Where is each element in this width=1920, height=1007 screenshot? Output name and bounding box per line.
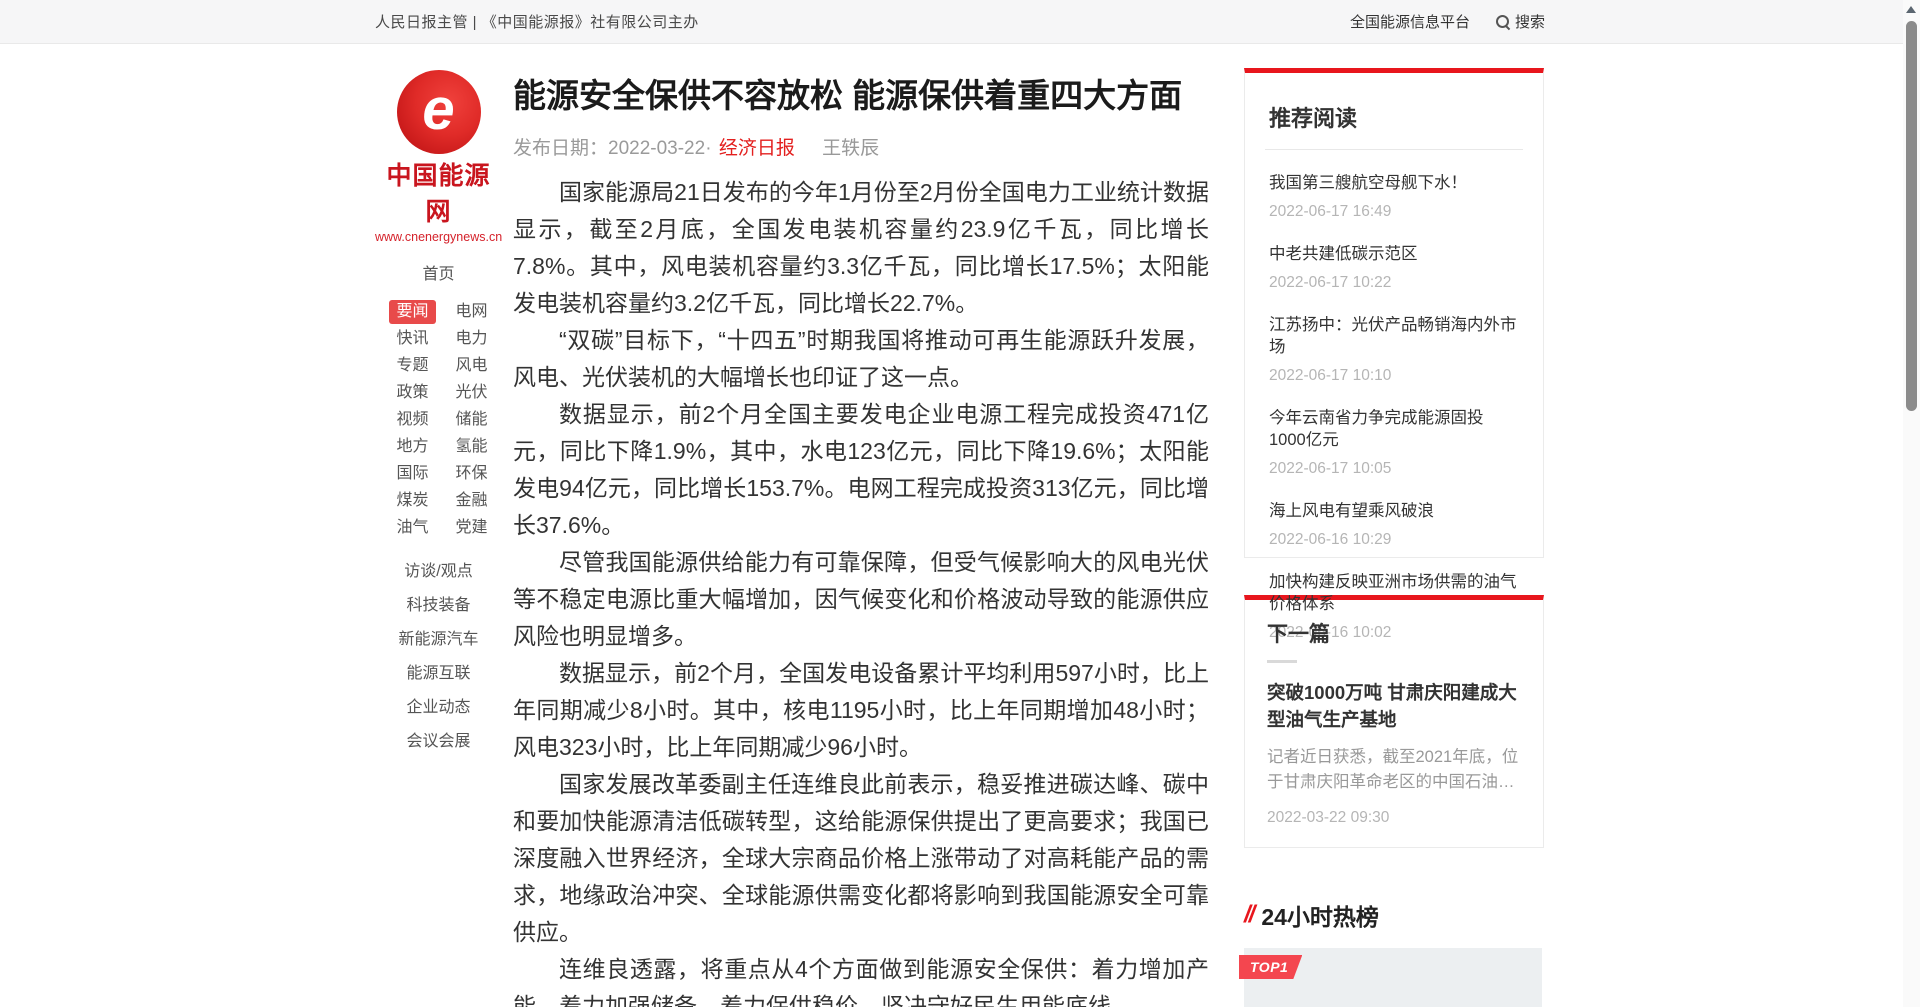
logo-name: 中国能源网 [375, 156, 502, 228]
scrollbar-up-arrow-icon[interactable] [1906, 6, 1916, 13]
next-article-header: 下一篇 [1267, 618, 1521, 648]
nav-item-会议会展[interactable]: 会议会展 [375, 725, 502, 759]
nav-item-储能[interactable]: 储能 [456, 406, 488, 433]
hot-list-title: 24小时热榜 [1261, 898, 1379, 932]
site-logo[interactable]: e 中国能源网 www.cnenergynews.cn [375, 70, 502, 244]
nav-item-金融[interactable]: 金融 [456, 487, 488, 514]
article-meta: 发布日期：2022-03-22· 经济日报 王轶辰 [513, 133, 1209, 160]
recommended-item[interactable]: 江苏扬中：光伏产品畅销海内外市场 2022-06-17 10:10 [1269, 314, 1519, 385]
recommended-item-time: 2022-06-17 10:22 [1269, 274, 1519, 292]
article-paragraph: “双碳”目标下，“十四五”时期我国将推动可再生能源跃升发展，风电、光伏装机的大幅… [513, 322, 1209, 396]
nav-item-企业动态[interactable]: 企业动态 [375, 691, 502, 725]
nav-item-氢能[interactable]: 氢能 [456, 433, 488, 460]
recommended-item-title[interactable]: 今年云南省力争完成能源固投1000亿元 [1269, 407, 1519, 451]
nav-item-新能源汽车[interactable]: 新能源汽车 [375, 623, 502, 657]
article-paragraph: 国家发展改革委副主任连维良此前表示，稳妥推进碳达峰、碳中和要加快能源清洁低碳转型… [513, 766, 1209, 951]
logo-url: www.cnenergynews.cn [375, 230, 502, 244]
nav-item-国际[interactable]: 国际 [389, 460, 435, 487]
recommended-item[interactable]: 我国第三艘航空母舰下水！ 2022-06-17 16:49 [1269, 172, 1519, 221]
nav-item-访谈/观点[interactable]: 访谈/观点 [375, 555, 502, 589]
recommended-item-title[interactable]: 我国第三艘航空母舰下水！ [1269, 172, 1519, 194]
logo-e-icon: e [397, 70, 481, 154]
recommended-item-time: 2022-06-17 10:10 [1269, 367, 1519, 385]
nav-item-油气[interactable]: 油气 [389, 514, 435, 541]
nav-item-科技装备[interactable]: 科技装备 [375, 589, 502, 623]
nav-item-要闻[interactable]: 要闻 [389, 300, 435, 324]
recommended-item-time: 2022-06-17 10:05 [1269, 460, 1519, 478]
article-paragraph: 国家能源局21日发布的今年1月份至2月份全国电力工业统计数据显示，截至2月底，全… [513, 174, 1209, 322]
national-energy-platform-link[interactable]: 全国能源信息平台 [1350, 11, 1470, 32]
sidebar-nav: 首页 要闻电网快讯电力专题风电政策光伏视频储能地方氢能国际环保煤炭金融油气党建 … [375, 260, 502, 759]
recommended-item-title[interactable]: 江苏扬中：光伏产品畅销海内外市场 [1269, 314, 1519, 358]
nav-item-电力[interactable]: 电力 [456, 325, 488, 352]
nav-item-地方[interactable]: 地方 [389, 433, 435, 460]
nav-item-光伏[interactable]: 光伏 [456, 379, 488, 406]
slashes-icon: // [1244, 901, 1253, 929]
recommended-item-title[interactable]: 海上风电有望乘风破浪 [1269, 500, 1519, 522]
recommended-item-time: 2022-06-16 10:29 [1269, 531, 1519, 549]
divider [1267, 660, 1297, 663]
next-article-title[interactable]: 突破1000万吨 甘肃庆阳建成大型油气生产基地 [1267, 679, 1521, 733]
nav-item-环保[interactable]: 环保 [456, 460, 488, 487]
topbar-inner: 人民日报主管 | 《中国能源报》社有限公司主办 全国能源信息平台 搜索 [375, 0, 1545, 43]
nav-item-专题[interactable]: 专题 [389, 352, 435, 379]
scrollbar [1903, 0, 1920, 1007]
top1-badge: TOP1 [1239, 955, 1302, 979]
recommended-box: 推荐阅读 我国第三艘航空母舰下水！ 2022-06-17 16:49 中老共建低碳示… [1244, 68, 1544, 558]
nav-item-快讯[interactable]: 快讯 [389, 325, 435, 352]
recommended-item[interactable]: 中老共建低碳示范区 2022-06-17 10:22 [1269, 243, 1519, 292]
article-paragraph: 连维良透露，将重点从4个方面做到能源安全保供：着力增加产能、着力加强储备、着力保… [513, 951, 1209, 1007]
search-icon [1496, 15, 1509, 28]
publish-date: 发布日期：2022-03-22· [513, 138, 712, 159]
nav-singles: 访谈/观点科技装备新能源汽车能源互联企业动态会议会展 [375, 555, 502, 759]
article-paragraph: 数据显示，前2个月，全国发电设备累计平均利用597小时，比上年同期减少8小时。其… [513, 655, 1209, 766]
nav-item-视频[interactable]: 视频 [389, 406, 435, 433]
recommended-item[interactable]: 海上风电有望乘风破浪 2022-06-16 10:29 [1269, 500, 1519, 549]
recommended-list: 我国第三艘航空母舰下水！ 2022-06-17 16:49 中老共建低碳示范区 202… [1269, 172, 1519, 642]
hot-list-header: // 24小时热榜 [1244, 898, 1544, 932]
sponsor-text: 人民日报主管 | 《中国能源报》社有限公司主办 [375, 11, 699, 32]
nav-item-政策[interactable]: 政策 [389, 379, 435, 406]
topbar: 人民日报主管 | 《中国能源报》社有限公司主办 全国能源信息平台 搜索 [0, 0, 1920, 44]
nav-item-煤炭[interactable]: 煤炭 [389, 487, 435, 514]
next-article-summary: 记者近日获悉，截至2021年底，位于甘肃庆阳革命老区的中国石油天然气股份有限公司… [1267, 745, 1521, 795]
recommended-item[interactable]: 今年云南省力争完成能源固投1000亿元 2022-06-17 10:05 [1269, 407, 1519, 478]
article-author: 王轶辰 [822, 138, 879, 159]
article-paragraph: 尽管我国能源供给能力有可靠保障，但受气候影响大的风电光伏等不稳定电源比重大幅增加… [513, 544, 1209, 655]
nav-item-党建[interactable]: 党建 [456, 514, 488, 541]
next-article-box: 下一篇 突破1000万吨 甘肃庆阳建成大型油气生产基地 记者近日获悉，截至202… [1244, 595, 1544, 848]
recommended-title: 推荐阅读 [1269, 93, 1519, 149]
nav-item-能源互联[interactable]: 能源互联 [375, 657, 502, 691]
hot-top1-thumbnail[interactable]: TOP1 [1244, 948, 1542, 1007]
nav-grid: 要闻电网快讯电力专题风电政策光伏视频储能地方氢能国际环保煤炭金融油气党建 [375, 298, 502, 541]
recommended-item-title[interactable]: 中老共建低碳示范区 [1269, 243, 1519, 265]
article-column: 能源安全保供不容放松 能源保供着重四大方面 发布日期：2022-03-22· 经… [513, 44, 1209, 1007]
nav-item-home[interactable]: 首页 [375, 260, 502, 284]
article-body: 国家能源局21日发布的今年1月份至2月份全国电力工业统计数据显示，截至2月底，全… [513, 174, 1209, 1007]
nav-item-电网[interactable]: 电网 [456, 298, 488, 325]
article-title: 能源安全保供不容放松 能源保供着重四大方面 [513, 74, 1209, 118]
search-button[interactable]: 搜索 [1496, 11, 1545, 32]
recommended-item-time: 2022-06-17 16:49 [1269, 203, 1519, 221]
page: 人民日报主管 | 《中国能源报》社有限公司主办 全国能源信息平台 搜索 e 中国… [0, 0, 1920, 1007]
article-paragraph: 数据显示，前2个月全国主要发电企业电源工程完成投资471亿元，同比下降1.9%，… [513, 396, 1209, 544]
search-label: 搜索 [1515, 11, 1545, 32]
scrollbar-thumb[interactable] [1906, 21, 1917, 411]
divider [1265, 149, 1523, 150]
right-sidebar: 推荐阅读 我国第三艘航空母舰下水！ 2022-06-17 16:49 中老共建低碳示… [1244, 68, 1544, 1007]
article-source[interactable]: 经济日报 [719, 138, 795, 159]
topbar-right: 全国能源信息平台 搜索 [1350, 11, 1545, 32]
nav-item-风电[interactable]: 风电 [456, 352, 488, 379]
next-article-time: 2022-03-22 09:30 [1267, 809, 1521, 827]
left-column: e 中国能源网 www.cnenergynews.cn 首页 要闻电网快讯电力专… [375, 68, 502, 759]
